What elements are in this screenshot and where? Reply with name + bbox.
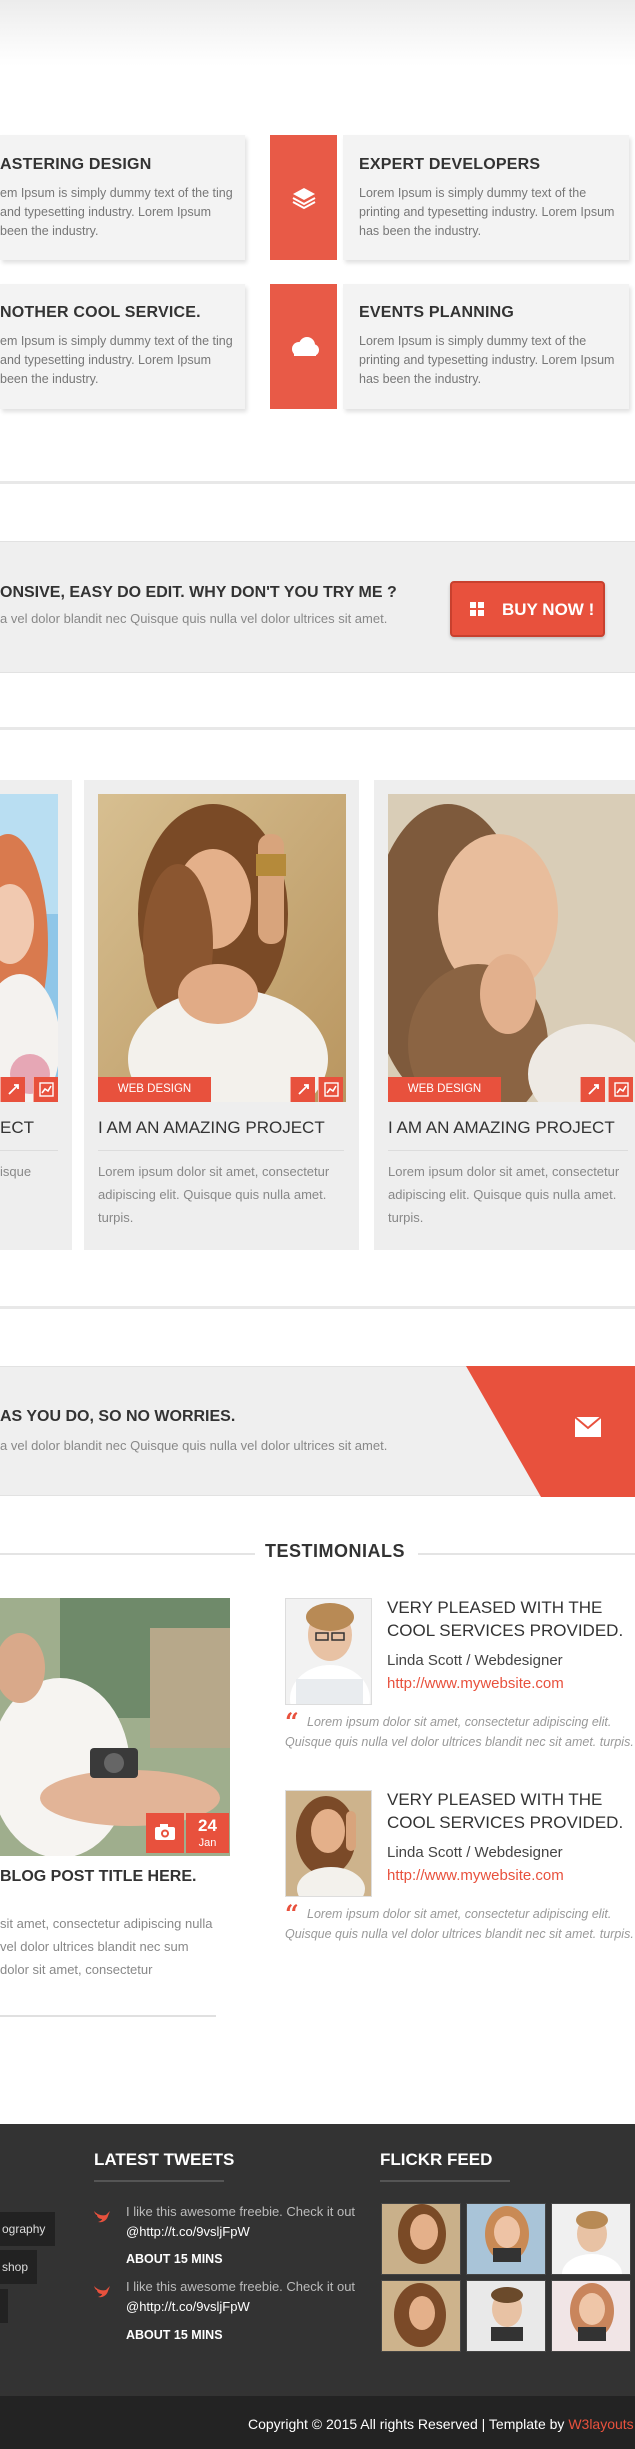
post-day: 24 (198, 1816, 217, 1835)
contact-headline: AS YOU DO, SO NO WORRIES. (0, 1408, 236, 1425)
tweet-link[interactable]: @http://t.co/9vsljFpW (126, 2224, 250, 2239)
portfolio-text: isque (0, 1164, 32, 1179)
service-text: Lorem Ipsum is simply dummy text of the … (359, 186, 615, 238)
camera-icon-box (146, 1813, 184, 1853)
flickr-underline (380, 2180, 510, 2182)
flickr-thumb[interactable] (551, 2280, 631, 2352)
service-text: Lorem Ipsum is simply dummy text of the … (359, 334, 615, 386)
footer-tag[interactable] (0, 2289, 8, 2323)
post-date-badge: 24 Jan (186, 1813, 229, 1853)
testimonial-headline: VERY PLEASED WITH THE COOL SERVICES PROV… (387, 1598, 624, 1640)
portfolio-tag[interactable]: WEB DESIGN (98, 1077, 211, 1102)
tweet-time: ABOUT 15 MINS (126, 2252, 223, 2266)
service-text: em Ipsum is simply dummy text of the tin… (0, 334, 233, 386)
tweets-title: LATEST TWEETS (94, 2150, 235, 2169)
link-icon[interactable] (290, 1077, 315, 1102)
portfolio-image[interactable] (0, 794, 58, 1102)
camera-icon (155, 1824, 175, 1840)
service-title: EVENTS PLANNING (359, 304, 515, 321)
tweet-body: I like this awesome freebie. Check it ou… (126, 2279, 356, 2294)
tweet-text: I like this awesome freebie. Check it ou… (126, 2277, 356, 2317)
copyright: Copyright © 2015 All rights Reserved | T… (248, 2416, 634, 2432)
testimonial-avatar (285, 1790, 372, 1897)
testimonial-quote: Lorem ipsum dolor sit amet, consectetur … (285, 1907, 634, 1941)
service-text: em Ipsum is simply dummy text of the tin… (0, 186, 233, 238)
service-title: NOTHER COOL SERVICE. (0, 304, 201, 321)
flickr-thumb[interactable] (551, 2203, 631, 2275)
portfolio-divider (98, 1150, 344, 1151)
section-divider (0, 727, 635, 730)
portfolio-text: Lorem ipsum dolor sit amet, consectetur … (98, 1164, 330, 1225)
chart-icon[interactable] (33, 1077, 58, 1102)
testimonial-link[interactable]: http://www.mywebsite.com (387, 1867, 564, 1884)
footer-tag[interactable]: shop (0, 2250, 37, 2284)
service-title: ASTERING DESIGN (0, 156, 152, 173)
portfolio-divider (388, 1150, 628, 1151)
section-title: TESTIMONIALS (265, 1541, 405, 1561)
link-icon[interactable] (580, 1077, 605, 1102)
tweet-body: I like this awesome freebie. Check it ou… (126, 2204, 356, 2219)
portfolio-title[interactable]: I AM AN AMAZING PROJECT (98, 1118, 325, 1138)
portfolio-image[interactable] (98, 794, 346, 1102)
flickr-title: FLICKR FEED (380, 2150, 493, 2169)
section-divider (0, 1306, 635, 1309)
testimonial-author: Linda Scott / Webdesigner (387, 1844, 563, 1861)
contact-accent-shape (466, 1366, 635, 1497)
chart-icon[interactable] (608, 1077, 633, 1102)
footer-tag[interactable]: ography (0, 2212, 55, 2246)
cta-headline: ONSIVE, EASY DO EDIT. WHY DON'T YOU TRY … (0, 584, 397, 601)
blog-post-excerpt: sit amet, consectetur adipiscing nulla v… (0, 1916, 213, 1977)
blog-post-title[interactable]: BLOG POST TITLE HERE. (0, 1868, 196, 1886)
twitter-bird-icon (94, 2286, 110, 2298)
chart-icon[interactable] (318, 1077, 343, 1102)
brand-link[interactable]: W3layouts (568, 2416, 633, 2432)
flickr-thumb[interactable] (466, 2280, 546, 2352)
flickr-thumb[interactable] (381, 2280, 461, 2352)
portfolio-tag[interactable]: WEB DESIGN (388, 1077, 501, 1102)
blog-divider (0, 2015, 216, 2017)
grid-icon (470, 602, 484, 616)
top-gradient-band (0, 0, 635, 66)
tweet-time: ABOUT 15 MINS (126, 2328, 223, 2342)
flickr-thumb[interactable] (381, 2203, 461, 2275)
twitter-bird-icon (94, 2211, 110, 2223)
portfolio-divider (0, 1150, 58, 1151)
service-icon-box (270, 284, 337, 409)
layers-icon (292, 187, 315, 209)
buy-now-button[interactable]: BUY NOW ! (450, 581, 605, 637)
contact-subline: a vel dolor blandit nec Quisque quis nul… (0, 1438, 388, 1453)
copyright-text: Copyright © 2015 All rights Reserved | T… (248, 2416, 565, 2432)
tweets-underline (94, 2180, 224, 2182)
testimonial-link[interactable]: http://www.mywebsite.com (387, 1675, 564, 1692)
envelope-icon[interactable] (574, 1416, 602, 1438)
portfolio-title[interactable]: I AM AN AMAZING PROJECT (388, 1118, 615, 1138)
testimonial-avatar (285, 1598, 372, 1705)
post-month: Jan (198, 1837, 217, 1849)
service-icon-box (270, 135, 337, 260)
title-rule (418, 1553, 635, 1555)
portfolio-title: ECT (0, 1118, 34, 1137)
cta-subline: a vel dolor blandit nec Quisque quis nul… (0, 611, 388, 626)
testimonial-quote: Lorem ipsum dolor sit amet, consectetur … (285, 1715, 634, 1749)
testimonial-headline: VERY PLEASED WITH THE COOL SERVICES PROV… (387, 1790, 624, 1832)
portfolio-text: Lorem ipsum dolor sit amet, consectetur … (388, 1164, 620, 1225)
section-divider (0, 481, 635, 484)
service-title: EXPERT DEVELOPERS (359, 156, 541, 173)
title-rule (0, 1553, 255, 1555)
tweet-link[interactable]: @http://t.co/9vsljFpW (126, 2299, 250, 2314)
testimonial-author: Linda Scott / Webdesigner (387, 1652, 563, 1669)
buy-now-label: BUY NOW ! (502, 600, 595, 619)
portfolio-image[interactable] (388, 794, 635, 1102)
link-icon[interactable] (0, 1077, 25, 1102)
cloud-icon (291, 336, 319, 356)
flickr-thumb[interactable] (466, 2203, 546, 2275)
tweet-text: I like this awesome freebie. Check it ou… (126, 2202, 356, 2242)
